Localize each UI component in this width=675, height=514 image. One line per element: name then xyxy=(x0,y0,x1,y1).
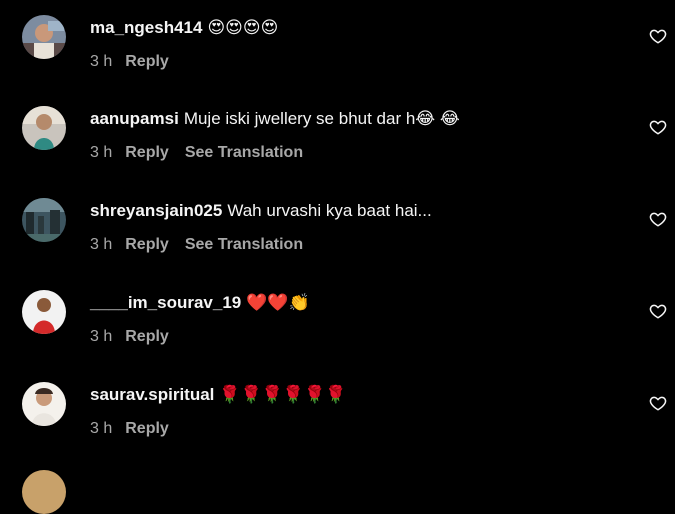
avatar[interactable] xyxy=(22,15,66,59)
avatar[interactable] xyxy=(22,198,66,242)
comment-meta: 3 h Reply See Translation xyxy=(90,143,303,163)
comment-item: saurav.spiritual 🌹🌹🌹🌹🌹🌹 3 h Reply xyxy=(0,382,675,476)
heart-outline-icon xyxy=(649,27,667,45)
comment-line: shreyansjain025 Wah urvashi kya baat hai.… xyxy=(90,200,432,222)
username[interactable]: aanupamsi xyxy=(90,109,179,128)
avatar-image xyxy=(22,290,66,334)
reply-button[interactable]: Reply xyxy=(125,419,169,439)
comment-line: ma_ngesh414 😍😍😍😍 xyxy=(90,17,278,39)
timestamp: 3 h xyxy=(90,236,113,253)
reply-button[interactable]: Reply xyxy=(125,143,169,163)
avatar[interactable] xyxy=(22,290,66,334)
heart-outline-icon xyxy=(649,118,667,136)
reply-button[interactable]: Reply xyxy=(125,52,169,72)
avatar-image xyxy=(22,106,66,150)
like-button[interactable] xyxy=(649,394,667,412)
username[interactable]: ____im_sourav_19 xyxy=(90,293,241,312)
comment-item: aanupamsi Muje iski jwellery se bhut dar … xyxy=(0,106,675,200)
comment-meta: 3 h Reply xyxy=(90,419,185,439)
comment-meta: 3 h Reply xyxy=(90,327,185,347)
like-button[interactable] xyxy=(649,118,667,136)
avatar-image xyxy=(22,382,66,426)
comment-meta: 3 h Reply See Translation xyxy=(90,235,303,255)
see-translation-button[interactable]: See Translation xyxy=(185,235,303,255)
comment-line: ____im_sourav_19 ❤️❤️👏 xyxy=(90,292,310,314)
comment-text: Muje iski jwellery se bhut dar h😂 😂 xyxy=(183,109,460,128)
like-button[interactable] xyxy=(649,210,667,228)
avatar-image xyxy=(22,15,66,59)
comment-text: 🌹🌹🌹🌹🌹🌹 xyxy=(219,385,347,404)
comment-line: aanupamsi Muje iski jwellery se bhut dar … xyxy=(90,108,460,130)
reply-button[interactable]: Reply xyxy=(125,235,169,255)
comment-item: ____im_sourav_19 ❤️❤️👏 3 h Reply xyxy=(0,290,675,384)
comment-meta: 3 h Reply xyxy=(90,52,185,72)
avatar[interactable] xyxy=(22,470,66,514)
comment-line: saurav.spiritual 🌹🌹🌹🌹🌹🌹 xyxy=(90,384,346,406)
timestamp: 3 h xyxy=(90,328,113,345)
timestamp: 3 h xyxy=(90,420,113,437)
like-button[interactable] xyxy=(649,27,667,45)
avatar[interactable] xyxy=(22,382,66,426)
heart-outline-icon xyxy=(649,394,667,412)
timestamp: 3 h xyxy=(90,53,113,70)
comment-item: ma_ngesh414 😍😍😍😍 3 h Reply xyxy=(0,15,675,109)
see-translation-button[interactable]: See Translation xyxy=(185,143,303,163)
timestamp: 3 h xyxy=(90,144,113,161)
heart-outline-icon xyxy=(649,302,667,320)
username[interactable]: saurav.spiritual xyxy=(90,385,214,404)
reply-button[interactable]: Reply xyxy=(125,327,169,347)
comment-item: shreyansjain025 Wah urvashi kya baat hai.… xyxy=(0,198,675,292)
comment-text: ❤️❤️👏 xyxy=(246,293,310,312)
avatar-image xyxy=(22,198,66,242)
comment-text: Wah urvashi kya baat hai... xyxy=(227,201,432,220)
heart-outline-icon xyxy=(649,210,667,228)
username[interactable]: ma_ngesh414 xyxy=(90,18,202,37)
avatar[interactable] xyxy=(22,106,66,150)
username[interactable]: shreyansjain025 xyxy=(90,201,222,220)
comment-text: 😍😍😍😍 xyxy=(207,18,279,37)
like-button[interactable] xyxy=(649,302,667,320)
